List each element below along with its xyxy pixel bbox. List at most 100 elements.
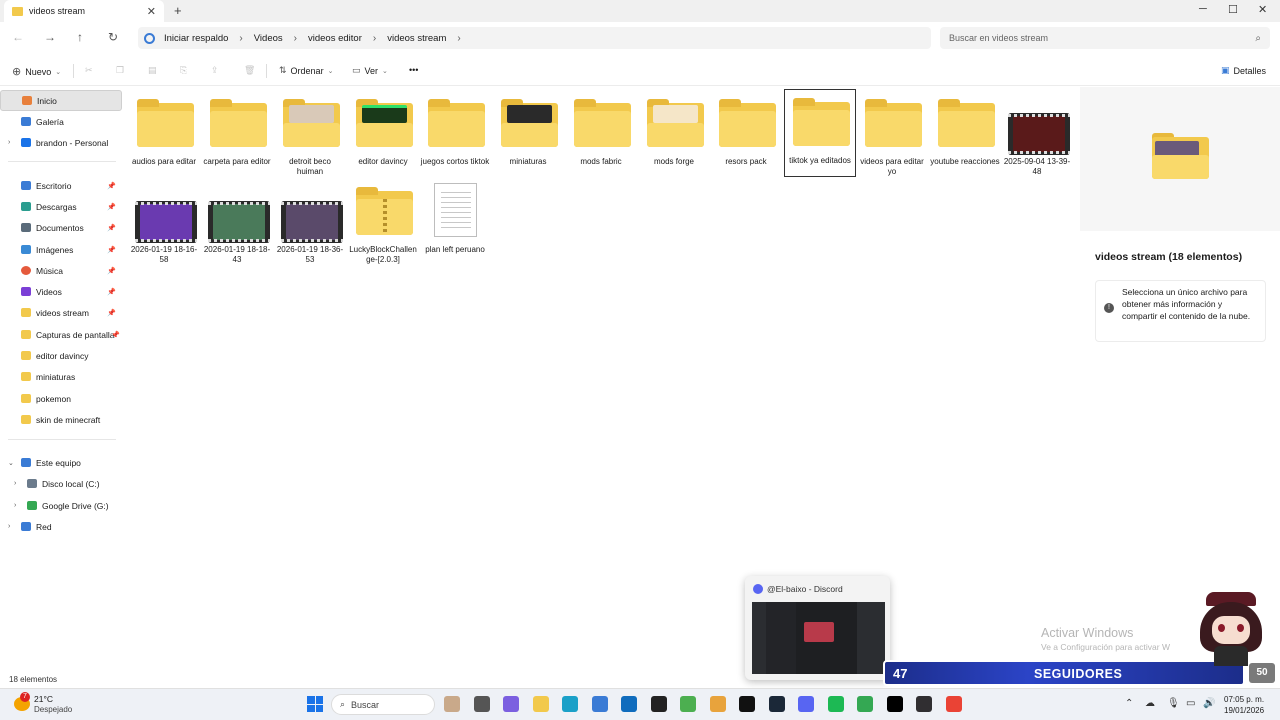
chevron-right-icon[interactable]: › — [8, 139, 10, 146]
cut-icon[interactable]: ✂ — [85, 65, 93, 76]
sidebar-item-disco-c[interactable]: › Disco local (C:) — [0, 473, 122, 494]
folder-item[interactable]: editor davincy — [348, 91, 418, 177]
breadcrumb-item[interactable]: videos editor — [303, 33, 367, 44]
chevron-down-icon[interactable]: ⌄ — [8, 459, 14, 467]
avatar-app-icon[interactable] — [444, 696, 460, 712]
edge-icon[interactable] — [562, 696, 578, 712]
video-item[interactable]: 2026-01-19 18-18-43 — [202, 179, 272, 265]
new-tab-button[interactable]: + — [174, 3, 182, 18]
sidebar-item-este-equipo[interactable]: ⌄ Este equipo — [0, 452, 122, 473]
folder-item[interactable]: carpeta para editor — [202, 91, 272, 177]
folder-item[interactable]: mods fabric — [566, 91, 636, 177]
tab-close-icon[interactable]: ✕ — [147, 5, 156, 18]
sidebar-item-galeria[interactable]: Galería — [0, 111, 122, 132]
copilot-icon[interactable] — [503, 696, 519, 712]
document-item[interactable]: plan left peruano — [420, 179, 490, 265]
copy-icon[interactable]: ❐ — [116, 65, 124, 76]
video-item[interactable]: 2025-09-04 13-39-48 — [1002, 91, 1072, 177]
sidebar-item-videos[interactable]: Videos 📌 — [0, 281, 122, 302]
store-icon[interactable] — [592, 696, 608, 712]
video-item[interactable]: 2026-01-19 18-36-53 — [275, 179, 345, 265]
folder-item[interactable]: mods forge — [639, 91, 709, 177]
zip-item[interactable]: LuckyBlockChallenge-[2.0.3] — [348, 179, 418, 265]
chrome-icon[interactable] — [857, 696, 873, 712]
game-icon[interactable] — [710, 696, 726, 712]
network-icon[interactable]: ▭ — [1186, 698, 1195, 709]
chevron-right-icon[interactable]: › — [8, 523, 10, 530]
sidebar-item-capturas[interactable]: Capturas de pantalla 📌 — [0, 324, 122, 345]
folder-item[interactable]: detroit beco huiman — [275, 91, 345, 177]
folder-item[interactable]: miniaturas — [493, 91, 563, 177]
taskbar-preview-popup[interactable]: @El-baixo - Discord — [745, 576, 890, 680]
sidebar-item-escritorio[interactable]: Escritorio 📌 — [0, 175, 122, 196]
forward-arrow-icon[interactable]: → — [44, 30, 56, 44]
cloud-tray-icon[interactable]: ☁ — [1145, 698, 1155, 709]
tab-videos-stream[interactable]: videos stream ✕ — [4, 0, 164, 22]
folder-item[interactable]: resors pack — [711, 91, 781, 177]
folder-item[interactable]: youtube reacciones — [930, 91, 1000, 177]
sidebar-item-pokemon[interactable]: pokemon — [0, 388, 122, 409]
capcut-editor-icon[interactable] — [887, 696, 903, 712]
sidebar-item-musica[interactable]: Música 📌 — [0, 260, 122, 281]
view-button[interactable]: ▭ Ver ⌄ — [352, 65, 388, 76]
sidebar-item-onedrive[interactable]: › brandon - Personal — [0, 132, 122, 153]
sidebar-item-imagenes[interactable]: Imágenes 📌 — [0, 239, 122, 260]
volume-icon[interactable]: 🔊 — [1203, 698, 1215, 709]
close-window-button[interactable]: ✕ — [1258, 3, 1267, 16]
chevron-up-icon[interactable]: ⌃ — [1125, 698, 1133, 709]
details-button[interactable]: ▣ Detalles — [1221, 65, 1266, 76]
github-icon[interactable] — [651, 696, 667, 712]
sidebar-item-documentos[interactable]: Documentos 📌 — [0, 217, 122, 238]
sidebar-item-descargas[interactable]: Descargas 📌 — [0, 196, 122, 217]
discord-icon[interactable] — [798, 696, 814, 712]
sidebar-item-editor-davincy[interactable]: editor davincy — [0, 345, 122, 366]
refresh-icon[interactable]: ↻ — [108, 30, 118, 44]
chevron-right-icon[interactable]: › — [288, 33, 303, 44]
system-clock[interactable]: 07:05 p. m. 19/01/2026 — [1224, 694, 1264, 716]
up-arrow-icon[interactable]: ↑ — [77, 30, 83, 44]
delete-icon[interactable]: 🗑 — [244, 65, 255, 76]
more-options-icon[interactable]: ••• — [409, 65, 418, 75]
sort-button[interactable]: ⇅ Ordenar ⌄ — [279, 65, 333, 76]
minecraft-icon[interactable] — [680, 696, 696, 712]
taskbar-search[interactable]: ⌕ Buscar — [331, 694, 435, 715]
start-button[interactable] — [307, 696, 323, 712]
breadcrumb-item[interactable]: Videos — [249, 33, 288, 44]
task-view-icon[interactable] — [474, 696, 490, 712]
steam-icon[interactable] — [769, 696, 785, 712]
search-input[interactable]: Buscar en videos stream ⌕ — [940, 27, 1270, 49]
video-item[interactable]: 2026-01-19 18-16-58 — [129, 179, 199, 265]
folder-item[interactable]: videos para editar yo — [857, 91, 927, 177]
paste-icon[interactable]: ▤ — [148, 65, 157, 76]
file-explorer-icon[interactable] — [533, 696, 549, 712]
breadcrumb-home[interactable]: Iniciar respaldo — [159, 33, 233, 44]
sidebar-item-skin-minecraft[interactable]: skin de minecraft — [0, 409, 122, 430]
chevron-right-icon[interactable]: › — [233, 33, 248, 44]
share-icon[interactable]: ⇪ — [211, 65, 219, 76]
breadcrumb[interactable]: Iniciar respaldo › Videos › videos edito… — [138, 27, 931, 49]
chevron-right-icon[interactable]: › — [451, 33, 466, 44]
spotify-icon[interactable] — [828, 696, 844, 712]
obs-icon[interactable] — [916, 696, 932, 712]
folder-item[interactable]: tiktok ya editados — [784, 89, 856, 177]
capcut-icon[interactable] — [739, 696, 755, 712]
window-thumbnail[interactable] — [752, 602, 885, 674]
microphone-icon[interactable]: 🎙 — [1167, 698, 1180, 709]
chevron-right-icon[interactable]: › — [14, 480, 16, 487]
breadcrumb-item[interactable]: videos stream — [382, 33, 451, 44]
folder-item[interactable]: audios para editar — [129, 91, 199, 177]
back-arrow-icon[interactable]: ← — [12, 30, 24, 44]
outlook-icon[interactable] — [621, 696, 637, 712]
sidebar-item-red[interactable]: › Red — [0, 516, 122, 537]
sidebar-item-google-drive[interactable]: › Google Drive (G:) — [0, 495, 122, 516]
sidebar-item-miniaturas[interactable]: miniaturas — [0, 366, 122, 387]
folder-item[interactable]: juegos cortos tiktok — [420, 91, 490, 177]
sidebar-item-inicio[interactable]: Inicio — [0, 90, 122, 111]
maximize-button[interactable]: ☐ — [1228, 3, 1238, 16]
minimize-button[interactable]: ─ — [1199, 3, 1207, 15]
new-button[interactable]: ⊕ Nuevo ⌄ — [12, 65, 61, 78]
sidebar-item-videos-stream[interactable]: videos stream 📌 — [0, 302, 122, 323]
chevron-right-icon[interactable]: › — [14, 502, 16, 509]
chevron-right-icon[interactable]: › — [367, 33, 382, 44]
rename-icon[interactable]: ⎘ — [180, 65, 187, 76]
